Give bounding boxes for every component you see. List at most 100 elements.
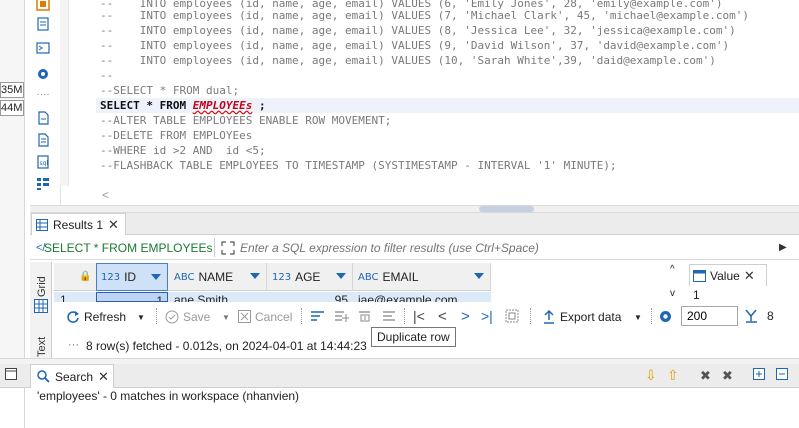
- search-result-summary[interactable]: 'employees' - 0 matches in workspace (nh…: [37, 389, 299, 403]
- scroll-up-icon[interactable]: ^: [670, 264, 675, 275]
- code-line[interactable]: --ALTER TABLE EMPLOYEES ENABLE ROW MOVEM…: [100, 113, 391, 128]
- code-line[interactable]: --DELETE FROM EMPLOYEes: [100, 128, 252, 143]
- fetch-all-icon[interactable]: [505, 309, 519, 323]
- cell-name[interactable]: ane Smith: [174, 292, 266, 302]
- code-line[interactable]: --FLASHBACK TABLE EMPLOYEES TO TIMESTAMP…: [100, 158, 617, 173]
- cell-id[interactable]: 1: [96, 292, 168, 302]
- cancel-x-icon: [238, 310, 251, 323]
- result-limit-input[interactable]: [681, 306, 738, 326]
- text-type-icon: ABC: [358, 271, 379, 283]
- column-name: AGE: [295, 270, 321, 284]
- expand-all-icon[interactable]: [753, 368, 765, 380]
- outline-icon[interactable]: [35, 176, 51, 192]
- results-tabbar: [30, 213, 799, 235]
- save-button[interactable]: Save: [165, 303, 210, 330]
- close-icon[interactable]: ✕: [108, 218, 119, 231]
- close-icon[interactable]: ✕: [744, 269, 755, 282]
- sort-dropdown-icon[interactable]: [151, 274, 161, 280]
- refresh-button[interactable]: Refresh: [66, 303, 126, 330]
- export-icon: [542, 309, 556, 324]
- delete-row-icon[interactable]: [382, 309, 397, 323]
- expand-filter-icon[interactable]: [221, 241, 235, 255]
- value-content[interactable]: 1: [693, 288, 700, 302]
- column-name: ID: [124, 270, 137, 284]
- value-panel-icon: [693, 269, 706, 282]
- column-name: NAME: [198, 270, 234, 284]
- edit-row-icon[interactable]: [310, 309, 325, 323]
- close-icon[interactable]: ✕: [98, 370, 109, 383]
- value-tab-label: Value: [710, 268, 740, 283]
- previous-match-icon[interactable]: ⇧: [667, 367, 679, 384]
- scroll-left-icon[interactable]: <: [102, 188, 109, 202]
- left-view-strip: [0, 0, 25, 358]
- svg-text:sql: sql: [40, 160, 49, 167]
- text-type-icon: ABC: [174, 271, 195, 283]
- sort-dropdown-icon[interactable]: [336, 273, 346, 279]
- column-header-id[interactable]: 123 ID: [96, 263, 168, 291]
- code-line[interactable]: --: [100, 68, 113, 83]
- settings-gear-icon[interactable]: [35, 66, 51, 82]
- sort-dropdown-icon[interactable]: [474, 273, 484, 279]
- cell-email[interactable]: jae@example.com: [358, 292, 488, 302]
- numeric-type-icon: 123: [101, 271, 121, 283]
- next-match-icon[interactable]: ⇩: [645, 367, 657, 384]
- tab-results-1[interactable]: Results 1 ✕: [31, 213, 126, 235]
- memory-indicator-1: 35M: [0, 82, 24, 98]
- export-script-icon[interactable]: [35, 110, 51, 126]
- code-line[interactable]: -- INTO employees (id, name, age, email)…: [100, 38, 729, 53]
- result-sql-label[interactable]: SELECT * FROM EMPLOYEEs: [44, 241, 213, 255]
- code-line[interactable]: -- INTO employees (id, name, age, email)…: [100, 8, 749, 23]
- cancel-button[interactable]: Cancel: [238, 303, 292, 330]
- splitter-grip[interactable]: [479, 206, 534, 212]
- search-tab-label: Search: [55, 369, 94, 384]
- next-page-icon[interactable]: >: [461, 308, 470, 325]
- open-console-icon[interactable]: [35, 40, 51, 56]
- load-script-icon[interactable]: [35, 132, 51, 148]
- code-line-active[interactable]: SELECT * FROM EMPLOYEEs ;: [96, 98, 799, 113]
- tab-search[interactable]: Search ✕: [30, 364, 114, 388]
- sort-dropdown-icon[interactable]: [250, 273, 260, 279]
- separator: [651, 308, 652, 324]
- code-line[interactable]: -- INTO employees (id, name, age, email)…: [100, 23, 736, 38]
- tab-grid[interactable]: Grid: [36, 276, 48, 297]
- restore-view-icon[interactable]: [5, 368, 17, 380]
- more-dots-icon[interactable]: ····: [35, 86, 51, 102]
- save-check-icon: [165, 310, 179, 324]
- format-sql-icon[interactable]: sql: [35, 154, 51, 170]
- more-icon[interactable]: ···: [68, 339, 79, 351]
- export-dropdown-icon[interactable]: ▼: [634, 313, 642, 322]
- code-line[interactable]: --WHERE id >2 AND id <5;: [100, 143, 266, 158]
- first-page-icon[interactable]: |<: [413, 308, 425, 324]
- save-dropdown-icon[interactable]: ▼: [222, 313, 230, 322]
- cell-age[interactable]: 95: [268, 292, 348, 302]
- column-name: EMAIL: [382, 270, 419, 284]
- execute-script-icon[interactable]: [35, 0, 51, 12]
- duplicate-row-icon[interactable]: [358, 309, 373, 323]
- grid-icon[interactable]: [34, 299, 48, 313]
- tooltip: Duplicate row: [371, 327, 456, 347]
- refresh-dropdown-icon[interactable]: ▼: [137, 313, 145, 322]
- column-header-age[interactable]: 123 AGE: [268, 263, 353, 291]
- last-page-icon[interactable]: >|: [481, 308, 493, 324]
- scroll-down-icon[interactable]: v: [670, 288, 675, 299]
- editor-results-splitter[interactable]: [30, 205, 799, 213]
- row-count-icon[interactable]: [744, 308, 759, 324]
- filter-input[interactable]: [240, 241, 770, 255]
- remove-match-icon[interactable]: ✖: [700, 368, 711, 384]
- export-data-button[interactable]: Export data: [542, 303, 621, 330]
- apply-filter-icon[interactable]: ▶: [779, 242, 787, 253]
- add-row-icon[interactable]: [334, 309, 349, 323]
- status-message: 8 row(s) fetched - 0.012s, on 2024-04-01…: [86, 339, 367, 353]
- code-line[interactable]: --SELECT * FROM dual;: [100, 83, 239, 98]
- tab-value[interactable]: Value ✕: [689, 264, 767, 286]
- collapse-all-icon[interactable]: [776, 368, 788, 380]
- previous-page-icon[interactable]: <: [438, 308, 447, 325]
- column-header-name[interactable]: ABC NAME: [170, 263, 267, 291]
- remove-all-matches-icon[interactable]: ✖: [722, 368, 733, 384]
- explain-plan-icon[interactable]: [35, 16, 51, 32]
- column-header-email[interactable]: ABC EMAIL: [354, 263, 491, 291]
- tab-text[interactable]: Text: [36, 337, 48, 357]
- code-line[interactable]: -- INTO employees (id, name, age, email)…: [100, 53, 716, 68]
- settings-gear-icon[interactable]: [658, 309, 673, 324]
- editor-toolbar: ···· sql: [30, 0, 54, 205]
